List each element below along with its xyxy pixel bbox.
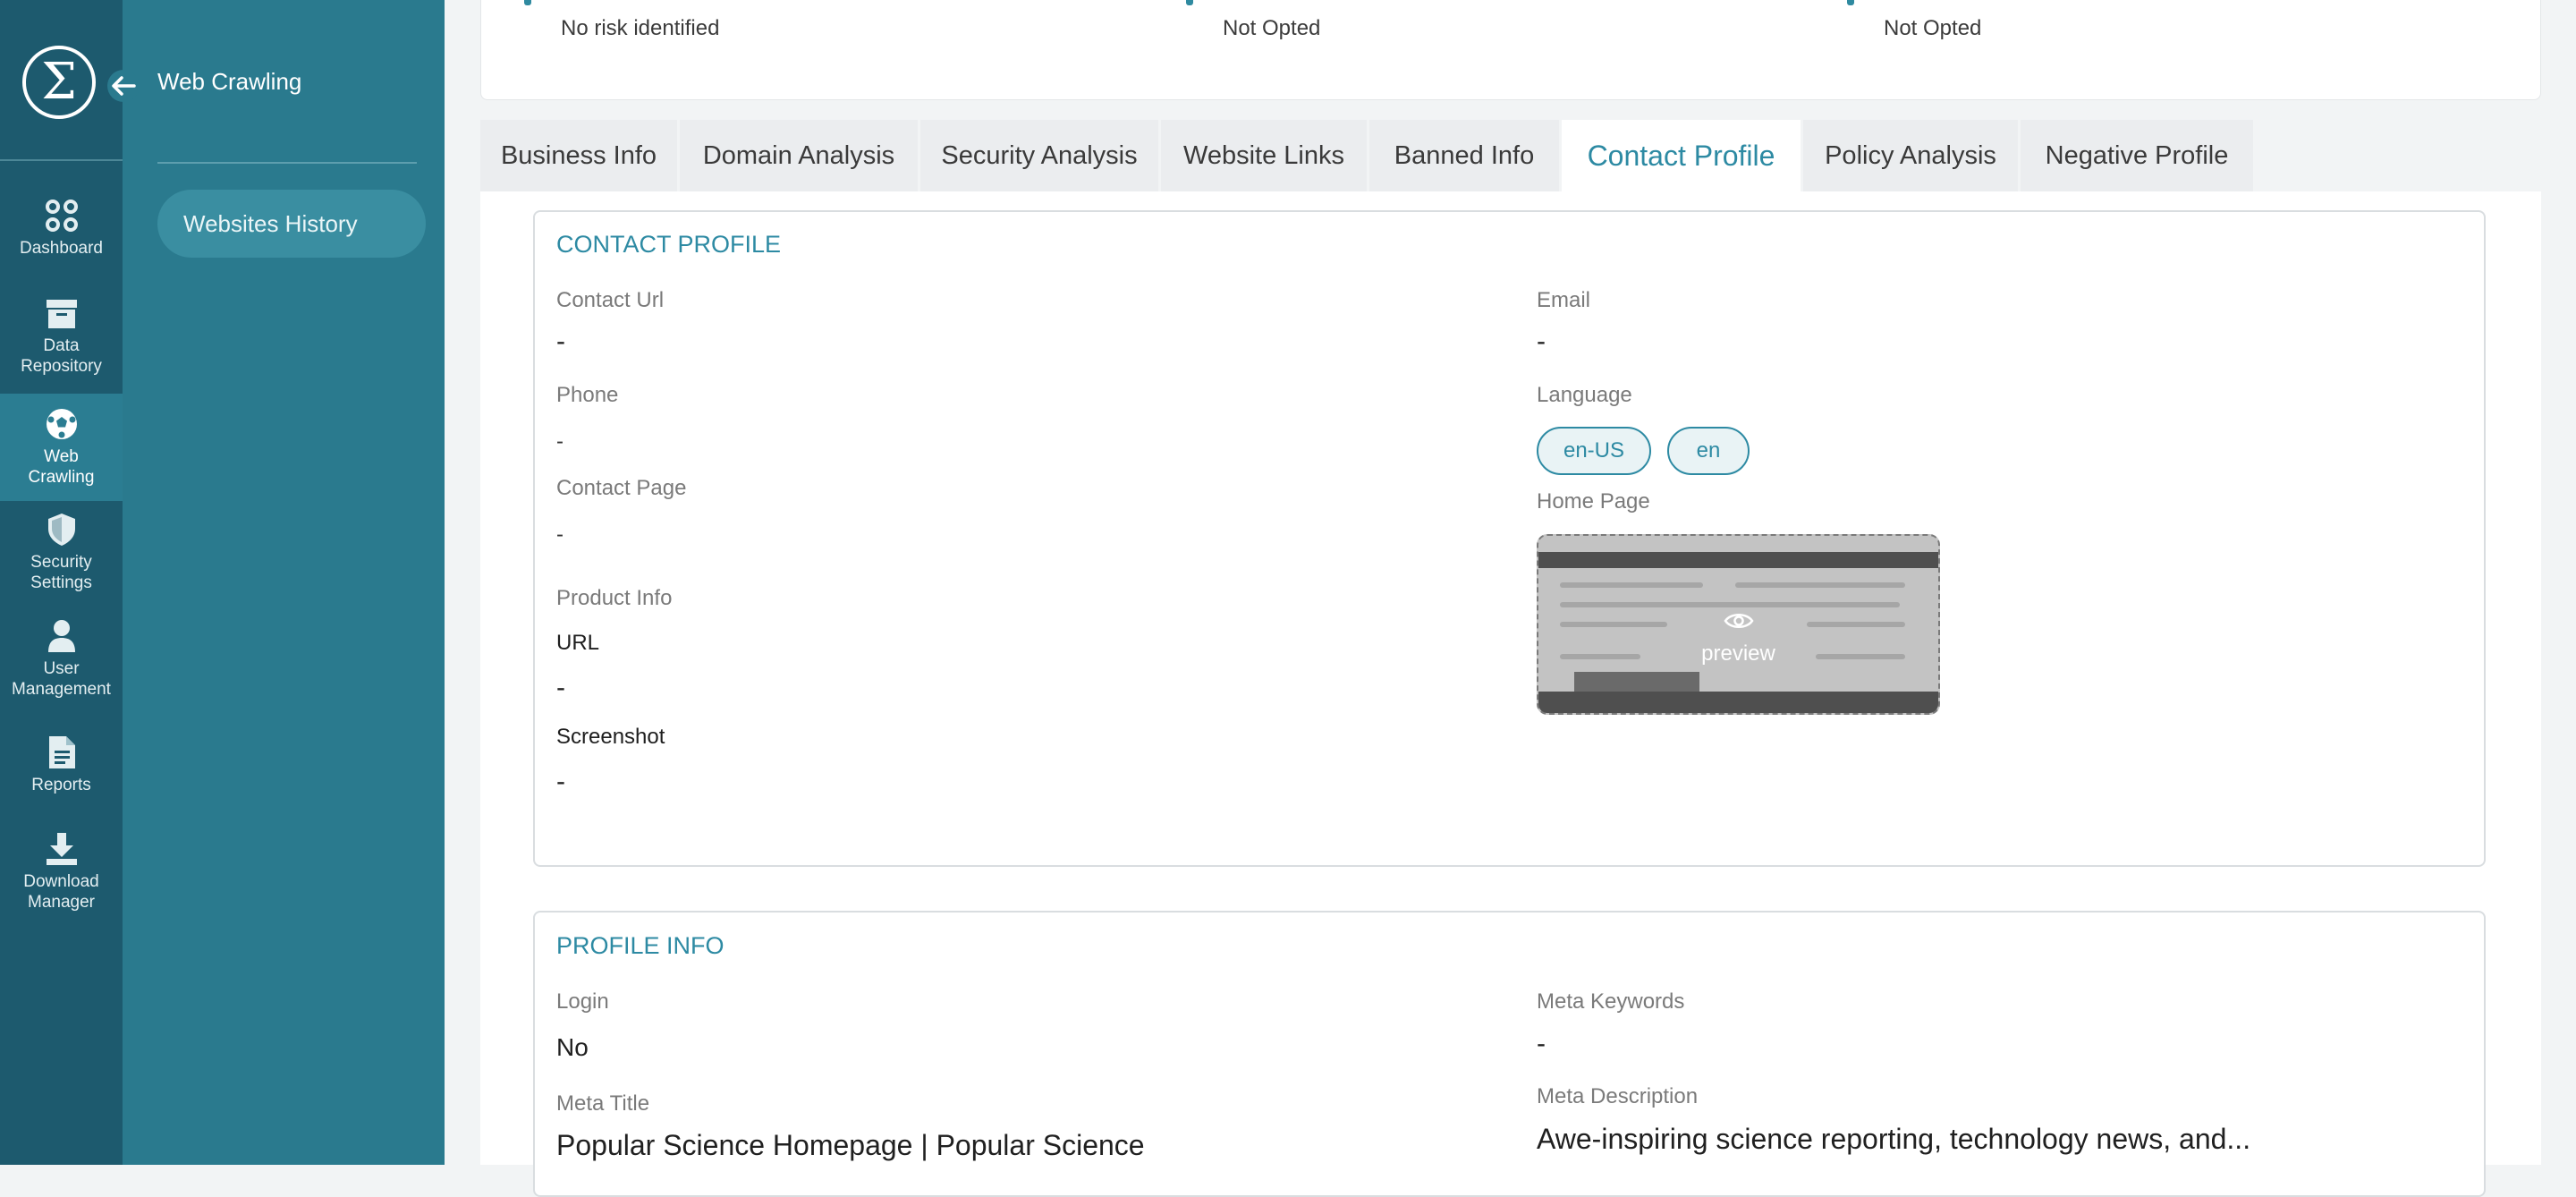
rail-label: Reports: [31, 776, 91, 794]
thumbnail-header-bar: [1538, 552, 1938, 568]
meta-keywords-value: -: [1537, 1029, 1546, 1058]
preview-label: preview: [1701, 641, 1775, 666]
panel-divider: [157, 162, 417, 164]
language-tag: en-US: [1537, 427, 1651, 475]
phone-label: Phone: [556, 383, 619, 407]
rail-label: Manager: [28, 893, 95, 912]
thumbnail-line: [1560, 602, 1900, 607]
archive-icon: [46, 300, 77, 328]
thumbnail-line: [1560, 622, 1667, 627]
rail-label: Dashboard: [20, 239, 103, 258]
rail-item-reports[interactable]: Reports: [0, 735, 123, 795]
status-marker: [1186, 0, 1193, 5]
rail-label: Settings: [30, 573, 92, 592]
meta-title-value: Popular Science Homepage | Popular Scien…: [556, 1129, 1145, 1161]
login-label: Login: [556, 989, 609, 1014]
contact-page-value: -: [556, 522, 564, 547]
secondary-panel: [123, 0, 445, 1165]
thumbnail-footer-bar: [1538, 692, 1938, 713]
thumbnail-line: [1735, 582, 1905, 588]
tab-negative-profile[interactable]: Negative Profile: [2021, 120, 2253, 191]
sigma-logo-icon[interactable]: Σ: [22, 46, 96, 119]
url-label: URL: [556, 631, 600, 655]
contact-profile-card: [533, 210, 2486, 867]
contact-url-value: -: [556, 327, 565, 356]
dashboard-icon: [45, 200, 78, 232]
rail-label: Download: [23, 872, 99, 891]
rail-item-security-settings[interactable]: Security Settings: [0, 513, 123, 593]
rail-label: Web: [44, 447, 79, 466]
meta-keywords-label: Meta Keywords: [1537, 989, 1685, 1014]
contact-url-label: Contact Url: [556, 288, 665, 312]
rail-label: Security: [30, 553, 92, 572]
home-page-preview[interactable]: preview: [1537, 534, 1940, 715]
tab-domain-analysis[interactable]: Domain Analysis: [680, 120, 918, 191]
contact-page-label: Contact Page: [556, 476, 687, 500]
product-info-label: Product Info: [556, 586, 673, 610]
meta-description-value: Awe-inspiring science reporting, technol…: [1537, 1123, 2251, 1155]
tab-policy-analysis[interactable]: Policy Analysis: [1803, 120, 2018, 191]
opt-status-value: Not Opted: [1223, 16, 1321, 40]
tab-security-analysis[interactable]: Security Analysis: [920, 120, 1158, 191]
status-marker: [1847, 0, 1854, 5]
tab-banned-info[interactable]: Banned Info: [1369, 120, 1559, 191]
meta-title-label: Meta Title: [556, 1091, 650, 1116]
login-value: No: [556, 1033, 589, 1061]
email-label: Email: [1537, 288, 1591, 312]
screenshot-value: -: [556, 767, 565, 796]
url-value: -: [556, 673, 565, 702]
rail-item-dashboard[interactable]: Dashboard: [0, 199, 123, 259]
language-tag: en: [1667, 427, 1750, 475]
rail-item-download-manager[interactable]: Download Manager: [0, 832, 123, 913]
rail-label: User: [43, 659, 80, 678]
tab-website-links[interactable]: Website Links: [1161, 120, 1367, 191]
meta-description-label: Meta Description: [1537, 1084, 1699, 1108]
screenshot-label: Screenshot: [556, 725, 665, 749]
rail-label: Repository: [21, 357, 102, 376]
risk-status-value: No risk identified: [561, 16, 720, 40]
shield-icon: [47, 514, 75, 546]
status-marker: [524, 0, 531, 5]
nav-item-label: Websites History: [183, 209, 358, 237]
tab-business-info[interactable]: Business Info: [480, 120, 677, 191]
language-label: Language: [1537, 383, 1632, 407]
home-page-label: Home Page: [1537, 489, 1650, 514]
rail-item-data-repository[interactable]: Data Repository: [0, 298, 123, 377]
profile-info-title: PROFILE INFO: [556, 932, 724, 959]
phone-value: -: [556, 429, 564, 454]
thumbnail-line: [1807, 622, 1905, 627]
rail-label: Data: [43, 336, 80, 355]
rail-item-user-management[interactable]: User Management: [0, 619, 123, 700]
soccer-ball-icon: [46, 409, 77, 439]
rail-label: Management: [12, 680, 111, 699]
thumbnail-line: [1560, 582, 1703, 588]
rail-divider: [0, 159, 123, 161]
contact-profile-title: CONTACT PROFILE: [556, 231, 782, 258]
document-icon: [48, 736, 75, 768]
panel-title: Web Crawling: [157, 68, 302, 95]
opt-status-value: Not Opted: [1884, 16, 1982, 40]
nav-item-websites-history[interactable]: Websites History: [157, 190, 426, 258]
back-arrow-icon[interactable]: [107, 70, 140, 102]
download-icon: [46, 833, 77, 865]
tab-contact-profile[interactable]: Contact Profile: [1562, 120, 1801, 191]
risk-summary-card: [480, 0, 2541, 100]
user-icon: [47, 620, 75, 652]
rail-label: Crawling: [28, 468, 95, 487]
email-value: -: [1537, 327, 1546, 356]
rail-item-web-crawling[interactable]: Web Crawling: [0, 394, 123, 501]
eye-icon: [1724, 614, 1754, 628]
icon-rail: Σ Dashboard Data Repository Web Crawling: [0, 0, 123, 1165]
thumbnail-block: [1574, 672, 1699, 692]
